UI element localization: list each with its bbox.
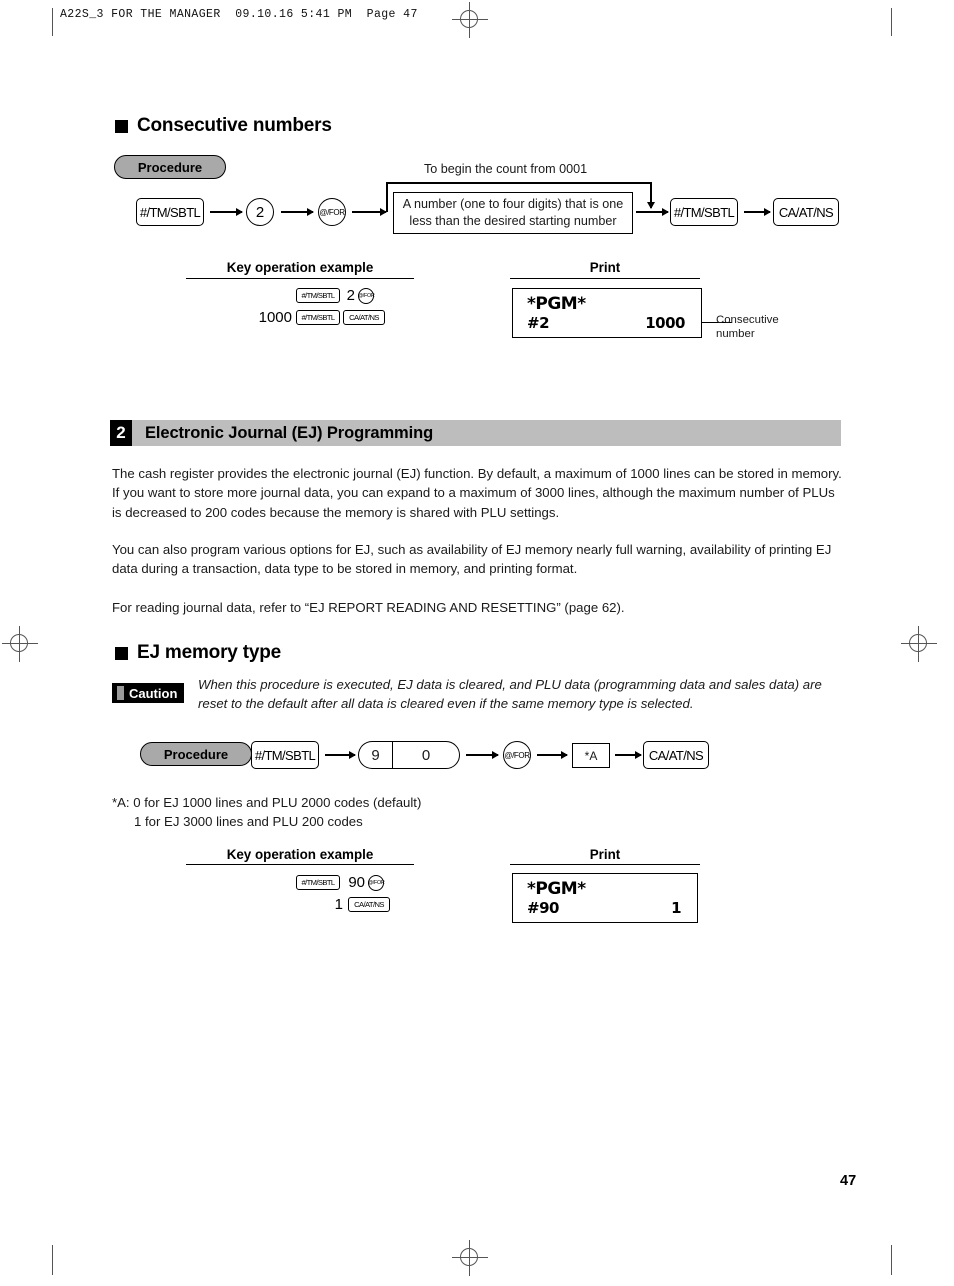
section-number-badge: 2 <box>110 420 132 446</box>
registration-mark-left <box>2 626 38 662</box>
key2-at-for[interactable]: @/FOR <box>503 741 531 769</box>
bullet-square-icon-2 <box>115 646 128 660</box>
flow2-arrow-3 <box>537 751 568 758</box>
registration-mark-right <box>901 626 937 662</box>
caution-text: When this procedure is executed, EJ data… <box>198 677 822 712</box>
kop2-key-tm-sbtl[interactable]: #/TM/SBTL <box>296 875 340 890</box>
print-label-2: #90 <box>527 899 559 917</box>
column-header-print-2: Print <box>589 847 621 862</box>
key2-digit-0[interactable]: 0 <box>392 741 460 769</box>
kop1-number-1000: 1000 <box>258 309 292 326</box>
crop-line-right <box>891 8 892 36</box>
running-head: A22S_3 FOR THE MANAGER 09.10.16 5:41 PM … <box>60 8 418 21</box>
procedure-badge-consecutive: Procedure <box>114 155 226 179</box>
bypass-arrow-down <box>647 182 654 209</box>
flow-arrow-4 <box>636 208 669 215</box>
kop1-key-ca-at-ns[interactable]: CA/AT/NS <box>343 310 385 325</box>
bypass-line-left <box>386 182 388 212</box>
kop2-number-1: 1 <box>334 896 343 913</box>
footnote-line-2: 1 for EJ 3000 lines and PLU 200 codes <box>134 814 363 829</box>
crop-line-right-bottom <box>891 1245 892 1275</box>
key2-tm-sbtl[interactable]: #/TM/SBTL <box>251 741 319 769</box>
flow2-arrow-2 <box>466 751 499 758</box>
print-title-1: *PGM* <box>527 294 586 314</box>
section-header-ej: 2 Electronic Journal (EJ) Programming <box>110 420 841 446</box>
key-digit-2[interactable]: 2 <box>246 198 274 226</box>
key-ca-at-ns-1[interactable]: CA/AT/NS <box>773 198 839 226</box>
kop2-number-90: 90 <box>348 874 365 891</box>
column-rule-key-operation-2 <box>186 864 414 866</box>
registration-mark-bottom <box>452 1240 488 1276</box>
column-rule-key-operation-1 <box>186 278 414 280</box>
section-title: Electronic Journal (EJ) Programming <box>132 420 841 446</box>
heading-text: Consecutive numbers <box>137 115 332 136</box>
paragraph-ej-3: For reading journal data, refer to “EJ R… <box>112 600 625 615</box>
bullet-square-icon <box>115 119 128 133</box>
kop2-key-at-for[interactable]: @/FOR <box>368 875 385 891</box>
caution-badge: Caution <box>112 683 185 703</box>
column-header-print-1: Print <box>589 260 621 275</box>
key-tm-sbtl-2[interactable]: #/TM/SBTL <box>670 198 738 226</box>
paragraph-ej-1: The cash register provides the electroni… <box>112 466 842 520</box>
kop1-key-tm-sbtl-b[interactable]: #/TM/SBTL <box>296 310 340 325</box>
flow-arrow-2 <box>281 208 314 215</box>
print-label-1: #2 <box>527 314 550 332</box>
bypass-label: To begin the count from 0001 <box>424 162 588 176</box>
key-tm-sbtl-1[interactable]: #/TM/SBTL <box>136 198 204 226</box>
callout-consecutive-number: Consecutive number <box>716 314 779 340</box>
flow2-arrow-4 <box>615 751 642 758</box>
kop1-key-tm-sbtl-a[interactable]: #/TM/SBTL <box>296 288 340 303</box>
key2-digit-9[interactable]: 9 <box>358 741 392 769</box>
bypass-line-top <box>386 182 651 184</box>
kop1-key-at-for[interactable]: @/FOR <box>358 288 375 304</box>
page-number: 47 <box>840 1173 857 1189</box>
column-rule-print-2 <box>510 864 700 866</box>
kop1-number-2: 2 <box>346 287 355 304</box>
crop-line-left-bottom <box>52 1245 53 1275</box>
column-header-key-operation-2: Key operation example <box>226 847 374 862</box>
flow-arrow-5 <box>744 208 771 215</box>
print-title-2: *PGM* <box>527 879 586 899</box>
paragraph-ej-2: You can also program various options for… <box>112 542 832 577</box>
heading-text-2: EJ memory type <box>137 642 281 663</box>
print-value-1: 1000 <box>645 314 685 332</box>
caution-label: Caution <box>129 685 178 701</box>
flow-arrow-1 <box>210 208 243 215</box>
key-at-for-1[interactable]: @/FOR <box>318 198 346 226</box>
print-value-2: 1 <box>671 899 681 917</box>
crop-line-left <box>52 8 53 36</box>
column-header-key-operation-1: Key operation example <box>226 260 374 275</box>
kop2-key-ca-at-ns[interactable]: CA/AT/NS <box>348 897 390 912</box>
procedure-badge-memory-type: Procedure <box>140 742 252 766</box>
footnote-line-1: *A: 0 for EJ 1000 lines and PLU 2000 cod… <box>112 795 422 810</box>
column-rule-print-1 <box>510 278 700 280</box>
heading-ej-memory-type: EJ memory type <box>115 642 281 664</box>
document-page: A22S_3 FOR THE MANAGER 09.10.16 5:41 PM … <box>0 0 954 1286</box>
key2-star-a[interactable]: *A <box>572 743 610 768</box>
flow-note-box: A number (one to four digits) that is on… <box>393 192 633 234</box>
caution-stripe-icon <box>117 686 124 700</box>
heading-consecutive-numbers: Consecutive numbers <box>115 115 332 137</box>
key2-ca-at-ns[interactable]: CA/AT/NS <box>643 741 709 769</box>
flow2-arrow-1 <box>325 751 356 758</box>
registration-mark-top <box>452 2 488 38</box>
flow-arrow-3 <box>352 208 387 215</box>
